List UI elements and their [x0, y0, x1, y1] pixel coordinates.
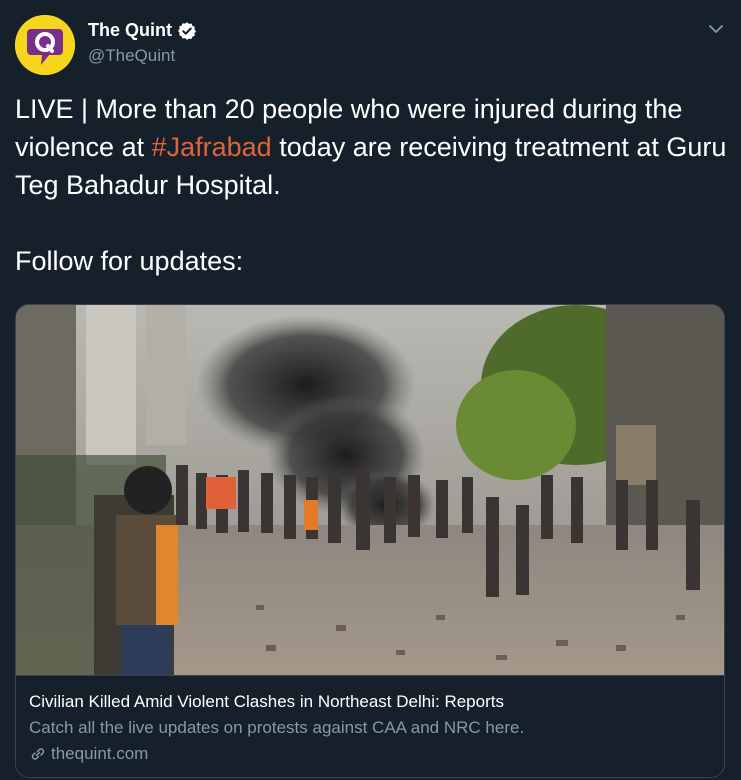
card-domain-row[interactable]: thequint.com — [29, 744, 148, 764]
tweet: The Quint @TheQuint LIVE | More than 20 … — [0, 0, 741, 780]
handle[interactable]: @TheQuint — [88, 46, 175, 66]
card-domain[interactable]: thequint.com — [51, 744, 148, 764]
chevron-down-icon[interactable] — [707, 20, 725, 38]
link-icon — [31, 748, 45, 760]
avatar[interactable] — [15, 15, 75, 75]
quint-logo-icon — [15, 15, 75, 75]
tweet-text: LIVE | More than 20 people who were inju… — [15, 90, 730, 280]
verified-badge-icon — [178, 21, 196, 40]
display-name[interactable]: The Quint — [88, 20, 172, 41]
hashtag-link[interactable]: #Jafrabad — [152, 132, 272, 162]
link-card[interactable]: Civilian Killed Amid Violent Clashes in … — [15, 304, 725, 778]
card-title[interactable]: Civilian Killed Amid Violent Clashes in … — [29, 692, 504, 712]
card-description: Catch all the live updates on protests a… — [29, 718, 525, 737]
card-meta[interactable]: Civilian Killed Amid Violent Clashes in … — [16, 675, 724, 777]
news-photo-icon[interactable] — [16, 305, 724, 675]
author-name-row: The Quint — [88, 20, 197, 41]
